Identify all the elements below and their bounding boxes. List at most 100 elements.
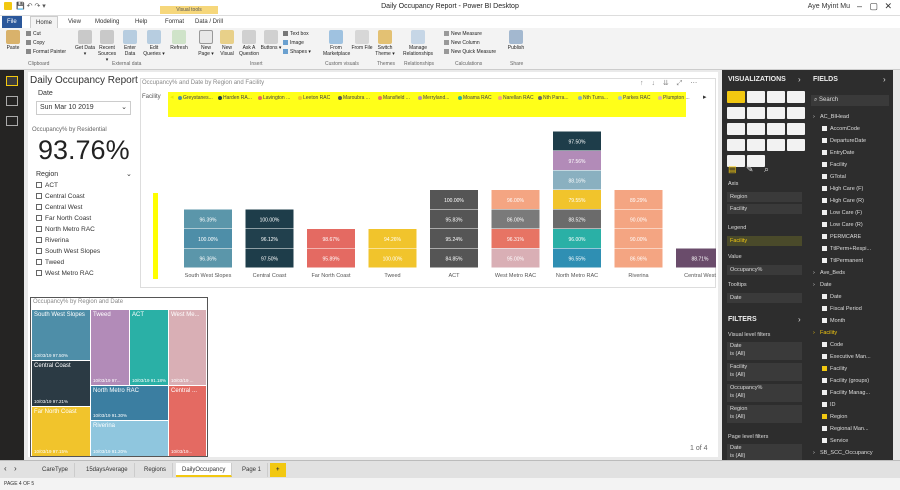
- treemap-tile[interactable]: Tweed 10/03/19 97...: [91, 310, 129, 385]
- treemap-icon[interactable]: [767, 123, 785, 135]
- axis-field[interactable]: Facility: [727, 204, 802, 214]
- text-box-button[interactable]: Text box: [283, 31, 309, 38]
- field-item[interactable]: High Care (F): [822, 186, 863, 192]
- fields-collapse-chevron-icon[interactable]: ›: [883, 75, 886, 84]
- treemap-tile[interactable]: Central ... 10/03/19...: [169, 386, 206, 456]
- field-item[interactable]: Facility: [822, 162, 847, 168]
- value-field[interactable]: Occupancy%: [727, 265, 802, 275]
- scatter-icon[interactable]: [787, 107, 805, 119]
- user-name[interactable]: Aye Myint Mu: [808, 3, 850, 10]
- field-item[interactable]: DepartureDate: [822, 138, 866, 144]
- donut-icon[interactable]: [747, 123, 765, 135]
- field-item[interactable]: GTotal: [822, 174, 846, 180]
- buttons-button[interactable]: Buttons ▾: [260, 30, 282, 51]
- map-icon[interactable]: [787, 123, 805, 135]
- field-item[interactable]: Low Care (F): [822, 210, 862, 216]
- enter-data-button[interactable]: Enter Data: [119, 30, 141, 57]
- slicer-icon[interactable]: [787, 139, 805, 151]
- format-paint-roller-icon[interactable]: ✎: [746, 164, 754, 175]
- manage-relationships-button[interactable]: Manage Relationships: [402, 30, 434, 57]
- field-item[interactable]: TtlPermanent: [822, 258, 863, 264]
- ask-question-button[interactable]: Ask A Question: [238, 30, 260, 57]
- area-chart-icon[interactable]: [727, 107, 745, 119]
- field-table[interactable]: › SB_SCC_Occupancy: [813, 450, 873, 456]
- new-column-button[interactable]: New Column: [444, 40, 480, 47]
- field-table[interactable]: › AC_BIHead: [813, 114, 849, 120]
- minimize-icon[interactable]: –: [857, 1, 862, 11]
- page-tab[interactable]: Page 1: [236, 463, 269, 477]
- page-tab[interactable]: CareType: [36, 463, 76, 477]
- waterfall-icon[interactable]: [767, 107, 785, 119]
- pie-icon[interactable]: [727, 123, 745, 135]
- kpi-icon[interactable]: [767, 139, 785, 151]
- field-item[interactable]: Fiscal Period: [822, 306, 862, 312]
- field-item[interactable]: Facility Manag...: [822, 390, 870, 396]
- field-item[interactable]: Low Care (R): [822, 222, 863, 228]
- field-table[interactable]: › Date: [813, 282, 832, 288]
- stacked-bar-icon[interactable]: [727, 91, 745, 103]
- recent-sources-button[interactable]: Recent Sources ▾: [96, 30, 118, 63]
- region-option[interactable]: Central West: [36, 204, 82, 211]
- tab-format[interactable]: Format: [160, 16, 189, 28]
- paste-button[interactable]: Paste: [2, 30, 24, 51]
- filter-card[interactable]: Facility is (All): [727, 363, 802, 381]
- tooltips-field[interactable]: Date: [727, 293, 802, 303]
- tab-prev-icon[interactable]: ‹: [4, 464, 7, 473]
- from-marketplace-button[interactable]: From Marketplace: [323, 30, 350, 57]
- field-item[interactable]: Region: [822, 414, 847, 420]
- new-page-button[interactable]: New Page ▾: [195, 30, 217, 57]
- region-option[interactable]: Central Coast: [36, 193, 85, 200]
- close-icon[interactable]: ✕: [884, 1, 892, 12]
- line-chart-icon[interactable]: [787, 91, 805, 103]
- filter-card[interactable]: Occupancy% is (All): [727, 384, 802, 402]
- clustered-bar-icon[interactable]: [767, 91, 785, 103]
- tab-modeling[interactable]: Modeling: [90, 16, 124, 28]
- region-option[interactable]: West Metro RAC: [36, 270, 94, 277]
- field-item[interactable]: PERMCARE: [822, 234, 861, 240]
- shapes-button[interactable]: Shapes ▾: [283, 49, 311, 56]
- tab-home[interactable]: Home: [30, 16, 59, 28]
- region-slicer-chevron-icon[interactable]: ⌄: [126, 170, 132, 178]
- card-icon[interactable]: [747, 139, 765, 151]
- field-item[interactable]: Executive Man...: [822, 354, 871, 360]
- field-item[interactable]: Date: [822, 294, 842, 300]
- new-quick-measure-button[interactable]: New Quick Measure: [444, 49, 496, 56]
- field-item[interactable]: TtlPerm+Respi...: [822, 246, 871, 252]
- fields-search-input[interactable]: ⌕ Search: [811, 95, 889, 106]
- field-item[interactable]: EntryDate: [822, 150, 854, 156]
- region-option[interactable]: Far North Coast: [36, 215, 91, 222]
- field-item[interactable]: ID: [822, 402, 836, 408]
- data-view-icon[interactable]: [6, 96, 18, 106]
- cut-button[interactable]: Cut: [26, 31, 41, 38]
- filter-card[interactable]: Date is (All): [727, 342, 802, 360]
- field-item[interactable]: Facility: [822, 366, 847, 372]
- region-option[interactable]: North Metro RAC: [36, 226, 95, 233]
- page-tab-active[interactable]: DailyOccupancy: [176, 463, 233, 477]
- edit-queries-button[interactable]: Edit Queries ▾: [143, 30, 165, 57]
- tab-view[interactable]: View: [63, 16, 86, 28]
- field-table[interactable]: › Facility: [813, 330, 837, 336]
- copy-button[interactable]: Copy: [26, 40, 45, 47]
- region-option[interactable]: Tweed: [36, 259, 64, 266]
- legend-field[interactable]: Facility: [727, 236, 802, 246]
- tab-data-drill[interactable]: Data / Drill: [190, 16, 228, 28]
- treemap-tile[interactable]: Central Coast 10/03/19 97.21%: [32, 361, 90, 406]
- field-item[interactable]: Regional Man...: [822, 426, 869, 432]
- page-tab[interactable]: 15daysAverage: [80, 463, 135, 477]
- get-data-button[interactable]: Get Data ▾: [74, 30, 96, 57]
- tab-help[interactable]: Help: [130, 16, 152, 28]
- date-slicer-dropdown[interactable]: Sun Mar 10 2019 ⌄: [36, 101, 131, 115]
- from-file-button[interactable]: From File: [351, 30, 373, 51]
- field-item[interactable]: Service: [822, 438, 848, 444]
- field-item[interactable]: AccomCode: [822, 126, 860, 132]
- treemap-tile[interactable]: Riverina 10/03/19 91.20%: [91, 421, 168, 456]
- tab-next-icon[interactable]: ›: [14, 464, 17, 473]
- maximize-icon[interactable]: ▢: [869, 1, 878, 12]
- filters-chevron-icon[interactable]: ›: [798, 315, 801, 324]
- ribbon-chart-icon[interactable]: [747, 107, 765, 119]
- treemap-tile[interactable]: West Me... 10/03/19 ...: [169, 310, 206, 385]
- region-option[interactable]: Riverina: [36, 237, 69, 244]
- fields-tab-icon[interactable]: ▤: [728, 164, 737, 175]
- format-painter-button[interactable]: Format Painter: [26, 49, 66, 56]
- region-option[interactable]: South West Slopes: [36, 248, 100, 255]
